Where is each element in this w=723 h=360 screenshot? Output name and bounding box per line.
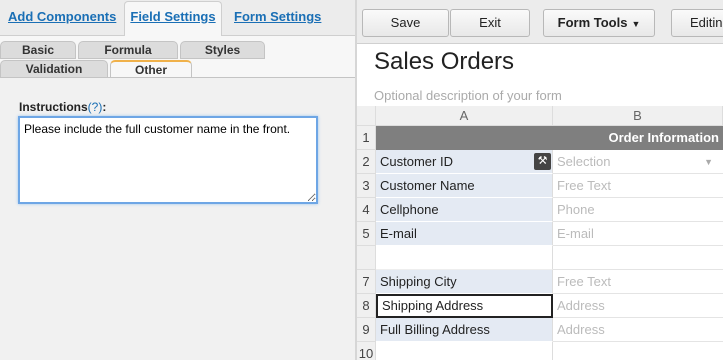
form-description[interactable]: Optional description of your form <box>374 88 562 103</box>
cell-field[interactable]: E-mail <box>553 222 723 246</box>
form-tools-button[interactable]: Form Tools ▼ <box>543 9 655 37</box>
instructions-label: Instructions(?): <box>19 100 107 114</box>
cell-label[interactable]: E-mail <box>376 222 553 246</box>
cell-label[interactable]: Customer Name <box>376 174 553 198</box>
row-number[interactable]: 3 <box>357 174 376 198</box>
caret-down-icon: ▼ <box>631 19 641 29</box>
row-number[interactable]: 4 <box>357 198 376 222</box>
field-settings-panel: Add Components Field Settings Form Setti… <box>0 0 355 360</box>
cell-label[interactable] <box>376 246 553 270</box>
cell-field[interactable] <box>553 342 723 360</box>
row-number[interactable]: 10 <box>357 342 376 360</box>
cell-field[interactable]: Free Text <box>553 174 723 198</box>
section-header-cell[interactable]: Order Information <box>376 126 723 150</box>
dropdown-arrow-icon[interactable]: ▼ <box>704 150 713 174</box>
cell-label[interactable] <box>376 342 553 360</box>
row-number[interactable]: 8 <box>357 294 376 318</box>
column-header-a[interactable]: A <box>376 106 553 126</box>
grid-corner <box>357 106 376 126</box>
save-button[interactable]: Save <box>362 9 449 37</box>
tab-field-settings[interactable]: Field Settings <box>124 1 222 37</box>
cell-label[interactable]: Shipping City <box>376 270 553 294</box>
exit-button[interactable]: Exit <box>450 9 530 37</box>
editor-toolbar: Save Exit Form Tools▼ Editing <box>357 0 723 44</box>
top-tab-bar: Add Components Field Settings Form Setti… <box>0 0 355 37</box>
cell-label[interactable]: Full Billing Address <box>376 318 553 342</box>
tab-form-settings[interactable]: Form Settings <box>234 2 321 36</box>
editing-button[interactable]: Editing <box>671 9 723 37</box>
instructions-help-link[interactable]: (?) <box>88 100 103 114</box>
form-title[interactable]: Sales Orders <box>374 48 514 76</box>
subtab-formula[interactable]: Formula <box>78 41 178 59</box>
cell-label[interactable]: Customer ID <box>376 150 553 174</box>
cell-field[interactable]: Selection ▼ <box>553 150 723 174</box>
row-number[interactable] <box>357 246 376 270</box>
row-number[interactable]: 9 <box>357 318 376 342</box>
instructions-textarea[interactable]: Please include the full customer name in… <box>18 116 318 204</box>
subtab-basic[interactable]: Basic <box>0 41 76 59</box>
subtab-validation[interactable]: Validation <box>0 60 108 78</box>
row-number[interactable]: 5 <box>357 222 376 246</box>
row-number[interactable]: 7 <box>357 270 376 294</box>
column-header-b[interactable]: B <box>553 106 723 126</box>
row-number[interactable]: 1 <box>357 126 376 150</box>
subtab-other[interactable]: Other <box>110 60 192 78</box>
cell-label[interactable]: Cellphone <box>376 198 553 222</box>
cell-label[interactable]: Shipping Address <box>376 294 553 318</box>
form-editor: Save Exit Form Tools▼ Editing Sales Orde… <box>357 0 723 360</box>
cell-field[interactable]: Address <box>553 318 723 342</box>
cell-field[interactable]: Phone <box>553 198 723 222</box>
cell-field[interactable]: Address <box>553 294 723 318</box>
subtab-styles[interactable]: Styles <box>180 41 265 59</box>
subtab-divider <box>0 77 355 78</box>
cell-field[interactable]: Free Text <box>553 270 723 294</box>
cell-field[interactable] <box>553 246 723 270</box>
key-icon[interactable]: ⚒ <box>534 153 551 170</box>
row-number[interactable]: 2 <box>357 150 376 174</box>
tab-add-components[interactable]: Add Components <box>8 2 116 36</box>
